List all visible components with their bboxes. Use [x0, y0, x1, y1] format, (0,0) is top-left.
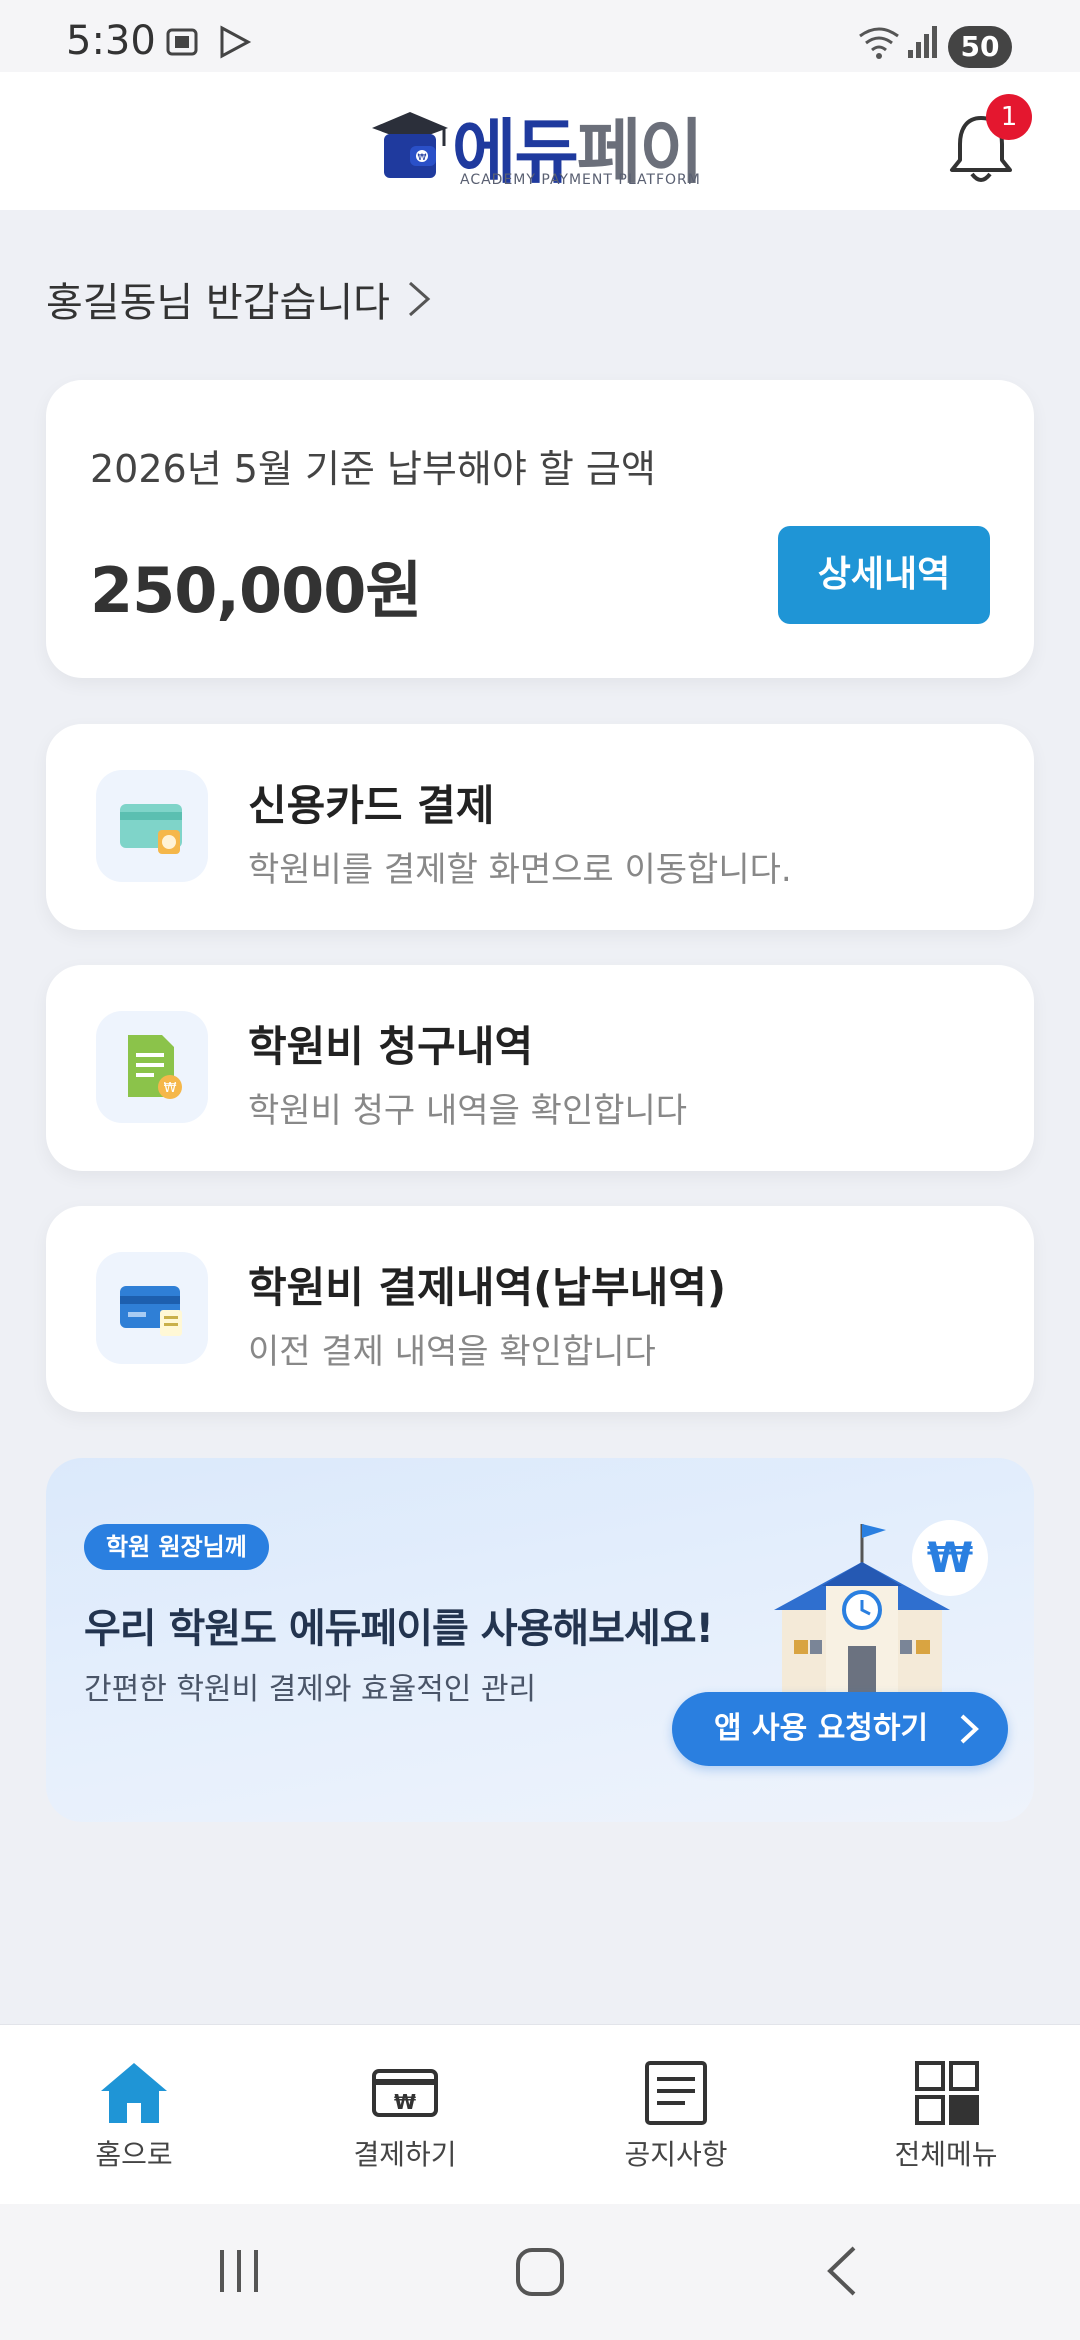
invoice-document-icon: ₩ — [96, 1011, 208, 1123]
back-button[interactable] — [822, 2244, 862, 2302]
grid-menu-icon — [915, 2061, 979, 2125]
menu-desc: 이전 결제 내역을 확인합니다 — [248, 1332, 656, 1372]
nav-all-menu[interactable]: 전체메뉴 — [846, 2061, 1046, 2173]
promo-subtitle: 간편한 학원비 결제와 효율적인 관리 — [84, 1672, 537, 1707]
wifi-icon — [856, 22, 902, 66]
menu-title: 학원비 결제내역(납부내역) — [248, 1263, 727, 1312]
svg-text:₩: ₩ — [164, 1081, 177, 1096]
menu-desc: 학원비 청구 내역을 확인합니다 — [248, 1091, 688, 1131]
request-app-button[interactable]: 앱 사용 요청하기 — [672, 1692, 1008, 1766]
summary-amount: 250,000원 — [90, 554, 422, 627]
nav-label: 전체메뉴 — [894, 2138, 998, 2171]
nav-payment[interactable]: ₩ 결제하기 — [305, 2061, 505, 2173]
svg-text:₩: ₩ — [394, 2090, 416, 2114]
promo-title: 우리 학원도 에듀페이를 사용해보세요! — [84, 1606, 714, 1652]
home-system-button[interactable] — [514, 2244, 566, 2302]
status-bar: 5:30 50 — [0, 0, 1080, 72]
chevron-right-icon — [408, 281, 431, 317]
menu-desc: 학원비를 결제할 화면으로 이동합니다. — [248, 850, 792, 890]
home-circle-icon — [516, 2248, 564, 2296]
greeting-link[interactable]: 홍길동님 반갑습니다 — [46, 270, 432, 328]
detail-button[interactable]: 상세내역 — [778, 526, 990, 624]
payment-history-card-icon — [96, 1252, 208, 1364]
greeting-text: 홍길동님 반갑습니다 — [46, 280, 390, 326]
notice-icon — [645, 2061, 707, 2125]
nav-label: 결제하기 — [353, 2138, 457, 2171]
menu-card-credit-card-payment[interactable]: 신용카드 결제 학원비를 결제할 화면으로 이동합니다. — [46, 724, 1034, 930]
battery-indicator: 50 — [948, 26, 1012, 68]
signal-icon — [906, 22, 940, 66]
nav-notice[interactable]: 공지사항 — [576, 2061, 776, 2173]
menu-card-invoice-history[interactable]: ₩ 학원비 청구내역 학원비 청구 내역을 확인합니다 — [46, 965, 1034, 1171]
payment-icon: ₩ — [372, 2069, 438, 2117]
chevron-right-icon — [960, 1714, 979, 1744]
school-building-icon: ₩ — [774, 1520, 988, 1696]
graduation-cap-icon: ₩ — [372, 112, 448, 178]
logo-subtitle: ACADEMY PAYMENT PLATFORM — [460, 172, 701, 188]
payment-summary-card: 2026년 5월 기준 납부해야 할 금액 250,000원 상세내역 — [46, 380, 1034, 678]
home-icon — [101, 2063, 167, 2123]
menu-title: 학원비 청구내역 — [248, 1022, 534, 1071]
nav-label: 홈으로 — [95, 2138, 173, 2171]
svg-text:₩: ₩ — [418, 153, 427, 163]
nav-home[interactable]: 홈으로 — [34, 2061, 234, 2173]
recent-apps-icon — [220, 2250, 258, 2292]
currency-symbol: ₩ — [927, 1533, 973, 1582]
menu-card-payment-history[interactable]: 학원비 결제내역(납부내역) 이전 결제 내역을 확인합니다 — [46, 1206, 1034, 1412]
recent-apps-button[interactable] — [214, 2244, 264, 2302]
back-icon — [827, 2246, 856, 2296]
promo-badge: 학원 원장님께 — [84, 1524, 269, 1570]
nav-label: 공지사항 — [624, 2138, 728, 2171]
menu-title: 신용카드 결제 — [248, 781, 495, 830]
request-app-button-label: 앱 사용 요청하기 — [714, 1711, 929, 1746]
play-icon — [214, 22, 254, 66]
summary-label: 2026년 5월 기준 납부해야 할 금액 — [90, 447, 656, 491]
credit-card-icon — [96, 770, 208, 882]
app-logo[interactable]: ₩ 에듀페이 ACADEMY PAYMENT PLATFORM — [370, 102, 720, 193]
status-time: 5:30 — [66, 18, 156, 64]
screenshot-icon — [162, 22, 202, 66]
notification-badge: 1 — [986, 94, 1032, 140]
bottom-navigation: 홈으로 ₩ 결제하기 공지사항 전체메뉴 — [0, 2024, 1080, 2204]
promo-banner: 학원 원장님께 우리 학원도 에듀페이를 사용해보세요! 간편한 학원비 결제와… — [46, 1458, 1034, 1822]
app-header: ₩ 에듀페이 ACADEMY PAYMENT PLATFORM 1 — [0, 72, 1080, 210]
system-navigation-bar — [0, 2204, 1080, 2340]
